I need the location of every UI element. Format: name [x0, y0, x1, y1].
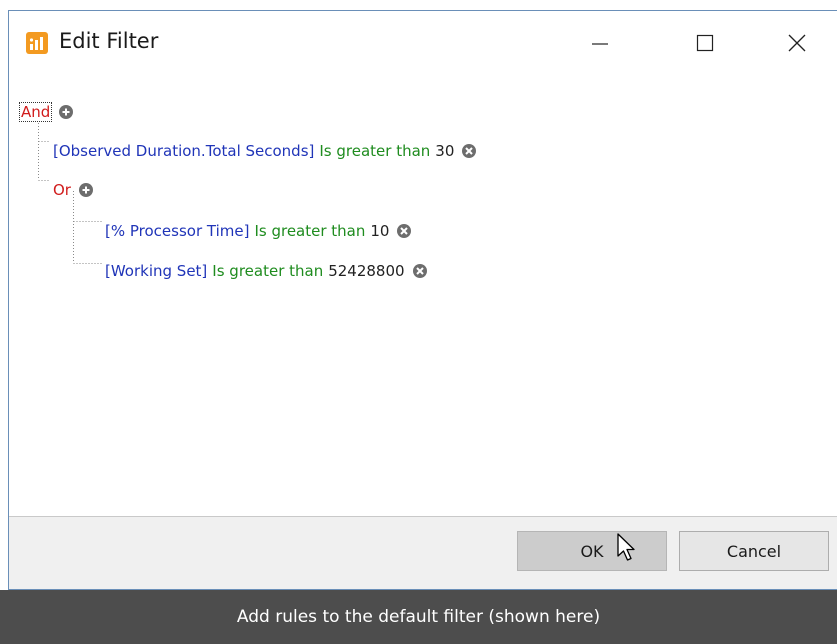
window-title: Edit Filter: [59, 29, 159, 53]
maximize-icon: [696, 34, 714, 52]
title-bar[interactable]: Edit Filter: [9, 11, 837, 74]
cancel-button[interactable]: Cancel: [679, 531, 829, 571]
condition-operator[interactable]: Is greater than: [212, 262, 323, 280]
condition-value[interactable]: 30: [435, 142, 454, 160]
group-node-and[interactable]: And: [18, 102, 74, 122]
condition-node[interactable]: [Working Set] Is greater than 52428800: [105, 261, 428, 281]
condition-value[interactable]: 52428800: [328, 262, 404, 280]
remove-condition-icon[interactable]: [461, 143, 477, 159]
minimize-icon: [592, 43, 608, 45]
chart-app-icon: [26, 32, 48, 54]
filter-tree[interactable]: And [Observed Duration.Total Seconds] Is …: [11, 75, 837, 516]
maximize-button[interactable]: [682, 25, 728, 61]
add-condition-icon[interactable]: [78, 182, 94, 198]
edit-filter-dialog: Edit Filter And [Observed Duration.Total…: [8, 10, 837, 590]
remove-condition-icon[interactable]: [412, 263, 428, 279]
ok-button[interactable]: OK: [517, 531, 667, 571]
remove-condition-icon[interactable]: [396, 223, 412, 239]
close-button[interactable]: [774, 25, 820, 61]
caption-text: Add rules to the default filter (shown h…: [236, 607, 601, 627]
condition-field[interactable]: [Observed Duration.Total Seconds]: [53, 142, 314, 160]
condition-field[interactable]: [% Processor Time]: [105, 222, 249, 240]
condition-field[interactable]: [Working Set]: [105, 262, 207, 280]
group-node-or[interactable]: Or: [53, 180, 94, 200]
add-condition-icon[interactable]: [58, 104, 74, 120]
dialog-footer: OK Cancel: [9, 517, 837, 589]
condition-operator[interactable]: Is greater than: [254, 222, 365, 240]
mouse-pointer-icon: [617, 533, 635, 561]
condition-value[interactable]: 10: [370, 222, 389, 240]
minimize-button[interactable]: [577, 25, 623, 61]
close-icon: [788, 34, 806, 52]
condition-node[interactable]: [% Processor Time] Is greater than 10: [105, 221, 412, 241]
condition-operator[interactable]: Is greater than: [319, 142, 430, 160]
group-operator-or[interactable]: Or: [53, 181, 71, 199]
caption-bar: Add rules to the default filter (shown h…: [0, 590, 837, 644]
group-operator-and[interactable]: And: [18, 102, 53, 122]
condition-node[interactable]: [Observed Duration.Total Seconds] Is grea…: [53, 141, 477, 161]
